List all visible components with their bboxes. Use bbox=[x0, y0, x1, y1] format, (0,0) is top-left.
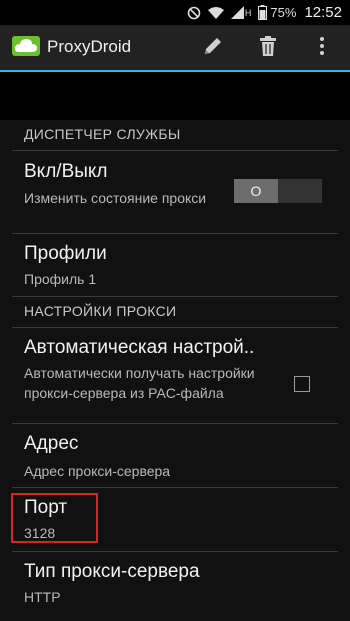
battery-icon bbox=[258, 5, 268, 21]
pref-summary: Адрес прокси-сервера bbox=[24, 463, 171, 479]
category-title: ДИСПЕТЧЕР СЛУЖБЫ bbox=[24, 126, 181, 142]
network-type-label: H bbox=[244, 7, 252, 18]
proxy-toggle-switch[interactable]: O bbox=[234, 179, 322, 203]
wifi-icon bbox=[207, 5, 224, 21]
battery-percent: 75% bbox=[270, 5, 297, 20]
pref-title: Профили bbox=[24, 243, 107, 264]
clock: 12:52 bbox=[304, 4, 342, 21]
pref-auto-config[interactable]: Автоматическая настрой.. Автоматически п… bbox=[12, 328, 338, 424]
do-not-disturb-icon bbox=[187, 5, 201, 21]
pref-summary: HTTP bbox=[24, 589, 61, 605]
pref-title: Адрес bbox=[24, 433, 79, 454]
action-bar: ProxyDroid bbox=[0, 25, 350, 72]
pref-summary: Профиль 1 bbox=[24, 271, 97, 287]
delete-button[interactable] bbox=[253, 33, 283, 63]
pref-summary: Изменить состояние прокси bbox=[24, 190, 207, 206]
edit-button[interactable] bbox=[198, 33, 228, 63]
pref-address[interactable]: Адрес Адрес прокси-сервера bbox=[12, 424, 338, 488]
pref-title: Автоматическая настрой.. bbox=[24, 337, 255, 358]
toggle-knob: O bbox=[234, 179, 278, 203]
pref-title: Вкл/Выкл bbox=[24, 161, 108, 182]
overflow-menu-button[interactable] bbox=[307, 33, 337, 63]
category-header-proxy: НАСТРОЙКИ ПРОКСИ bbox=[12, 297, 338, 328]
port-highlight-box bbox=[11, 493, 98, 543]
category-title: НАСТРОЙКИ ПРОКСИ bbox=[24, 303, 177, 319]
pref-title: Тип прокси-сервера bbox=[24, 561, 200, 582]
overflow-menu-icon bbox=[319, 36, 325, 61]
pref-toggle-proxy[interactable]: Вкл/Выкл Изменить состояние прокси O bbox=[12, 151, 338, 234]
app-logo-icon bbox=[12, 36, 40, 56]
cellular-signal-icon bbox=[230, 5, 244, 21]
pref-summary: Автоматически получать настройки прокси-… bbox=[24, 365, 255, 401]
category-header-service: ДИСПЕТЧЕР СЛУЖБЫ bbox=[12, 120, 338, 151]
edit-icon bbox=[202, 35, 224, 62]
app-title: ProxyDroid bbox=[47, 37, 132, 56]
delete-icon bbox=[258, 35, 278, 62]
auto-config-checkbox[interactable] bbox=[294, 376, 310, 392]
pref-proxy-type[interactable]: Тип прокси-сервера HTTP bbox=[12, 552, 338, 614]
ad-banner-area bbox=[0, 72, 350, 120]
pref-profiles[interactable]: Профили Профиль 1 bbox=[12, 234, 338, 297]
status-bar: H 75% 12:52 bbox=[0, 0, 350, 25]
